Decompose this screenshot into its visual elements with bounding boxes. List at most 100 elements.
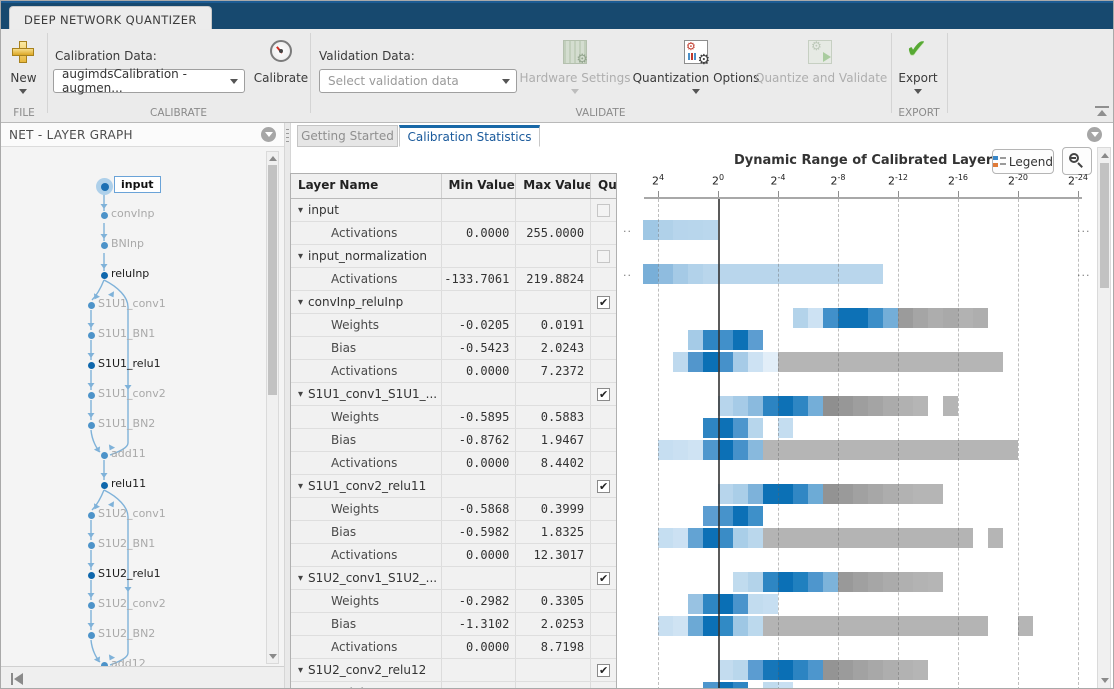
collapse-toolstrip-icon[interactable] — [1095, 106, 1109, 119]
collapse-caret-icon[interactable]: ▾ — [298, 481, 303, 492]
quantize-checkbox[interactable]: ✔ — [597, 479, 611, 493]
table-item-row[interactable]: Activations 0.0000 7.2372 — [291, 360, 616, 383]
collapse-caret-icon[interactable]: ▾ — [298, 205, 303, 216]
layer-graph-vscrollbar[interactable] — [266, 151, 279, 664]
graph-node-label[interactable]: S1U2_BN1 — [98, 537, 155, 550]
export-check-icon[interactable]: ✔ — [906, 36, 927, 61]
table-item-row[interactable]: Weights-0.71490.4828 — [291, 682, 616, 688]
table-group-row[interactable]: ▾ input_normalization — [291, 245, 616, 268]
quantize-checkbox[interactable]: ✔ — [597, 571, 611, 585]
table-item-row[interactable]: Weights -0.2982 0.3305 — [291, 590, 616, 613]
collapse-caret-icon[interactable]: ▾ — [298, 251, 303, 262]
graph-node-dot[interactable] — [87, 421, 95, 429]
table-item-row[interactable]: Activations -133.7061 219.8824 — [291, 268, 616, 291]
graph-node-label[interactable]: S1U2_relu1 — [98, 567, 161, 580]
table-item-row[interactable]: Weights -0.5895 0.5883 — [291, 406, 616, 429]
graph-node-label[interactable]: S1U1_BN2 — [98, 417, 155, 430]
new-button[interactable] — [12, 41, 34, 63]
table-item-row[interactable]: Weights -0.5868 0.3999 — [291, 498, 616, 521]
document-panel-menu-icon[interactable] — [1087, 127, 1102, 142]
table-group-row[interactable]: ▾ S1U1_conv2_relu11 ✔ — [291, 475, 616, 498]
scrollbar-thumb[interactable] — [1100, 163, 1109, 288]
layer-graph-canvas[interactable]: input convInp BNInp reluInp S1U1_conv1 S1U1_B… — [1, 147, 284, 666]
min-value-cell — [442, 475, 517, 497]
graph-node-label[interactable]: reluInp — [111, 267, 149, 280]
table-group-row[interactable]: ▾ S1U2_conv1_S1U2_... ✔ — [291, 567, 616, 590]
collapse-caret-icon[interactable]: ▾ — [298, 573, 303, 584]
quantize-checkbox[interactable]: ✔ — [597, 663, 611, 677]
scroll-up-icon[interactable] — [269, 156, 277, 161]
layer-name-cell: Bias — [291, 521, 442, 543]
scroll-up-icon[interactable] — [1101, 153, 1109, 158]
graph-node-label[interactable]: relu11 — [111, 477, 146, 490]
scroll-down-icon[interactable] — [1101, 678, 1109, 683]
header-min-value[interactable]: Min Value — [442, 174, 517, 198]
table-item-row[interactable]: Activations 0.0000 255.0000 — [291, 222, 616, 245]
graph-node-label[interactable]: S1U2_conv1 — [98, 507, 166, 520]
graph-node-dot[interactable] — [87, 541, 95, 549]
graph-node-label[interactable]: S1U1_conv2 — [98, 387, 166, 400]
graph-node-dot[interactable] — [100, 271, 108, 279]
chart-vscrollbar[interactable] — [1097, 147, 1111, 688]
deep-network-quantizer-app: DEEP NETWORK QUANTIZER New Calibration D… — [0, 0, 1114, 689]
validation-data-label: Validation Data: — [319, 49, 415, 63]
graph-node-label[interactable]: input — [114, 176, 161, 193]
table-item-row[interactable]: Bias -1.3102 2.0253 — [291, 613, 616, 636]
header-layer-name[interactable]: Layer Name — [291, 174, 442, 198]
new-dropdown-arrow-icon[interactable] — [19, 89, 27, 94]
graph-node-dot[interactable] — [100, 182, 109, 191]
graph-node-label[interactable]: convInp — [111, 207, 154, 220]
graph-node-dot[interactable] — [87, 391, 95, 399]
graph-node-dot[interactable] — [87, 511, 95, 519]
graph-node-label[interactable]: add11 — [111, 447, 146, 460]
graph-node-dot[interactable] — [100, 481, 108, 489]
graph-node-dot[interactable] — [87, 301, 95, 309]
graph-node-label[interactable]: BNInp — [111, 237, 144, 250]
export-dropdown-arrow-icon[interactable] — [914, 89, 922, 94]
table-group-row[interactable]: ▾ S1U1_conv1_S1U1_... ✔ — [291, 383, 616, 406]
table-group-row[interactable]: ▾ convInp_reluInp ✔ — [291, 291, 616, 314]
graph-node-dot[interactable] — [100, 451, 108, 459]
table-item-row[interactable]: Activations 0.0000 8.4402 — [291, 452, 616, 475]
panel-menu-icon[interactable] — [261, 127, 276, 142]
table-item-row[interactable]: Bias -0.5982 1.8325 — [291, 521, 616, 544]
table-item-row[interactable]: Weights -0.0205 0.0191 — [291, 314, 616, 337]
quantize-checkbox[interactable]: ✔ — [597, 295, 611, 309]
collapse-panel-icon[interactable] — [11, 672, 24, 685]
table-group-row[interactable]: ▾ input — [291, 199, 616, 222]
tab-calibration-statistics[interactable]: Calibration Statistics — [399, 125, 540, 147]
graph-node-label[interactable]: S1U1_relu1 — [98, 357, 161, 370]
table-item-row[interactable]: Activations 0.0000 12.3017 — [291, 544, 616, 567]
dynamic-range-chart[interactable]: .......... 24 20 2-4 2-8 2-12 2-16 2-20 2-24 — [617, 147, 1095, 688]
graph-node-label[interactable]: S1U1_conv1 — [98, 297, 166, 310]
graph-node-label[interactable]: S1U1_BN1 — [98, 327, 155, 340]
collapse-caret-icon[interactable]: ▾ — [298, 297, 303, 308]
table-item-row[interactable]: Bias -0.8762 1.9467 — [291, 429, 616, 452]
graph-node-label[interactable]: add12 — [111, 657, 146, 666]
collapse-caret-icon[interactable]: ▾ — [298, 389, 303, 400]
quantization-options-button[interactable]: ⚙ ⚙ — [684, 40, 710, 68]
table-group-row[interactable]: ▾ S1U2_conv2_relu12 ✔ — [291, 659, 616, 682]
graph-node-dot[interactable] — [87, 601, 95, 609]
graph-node-dot[interactable] — [100, 211, 108, 219]
table-item-row[interactable]: Bias -0.5423 2.0243 — [291, 337, 616, 360]
graph-node-label[interactable]: S1U2_BN2 — [98, 627, 155, 640]
table-item-row[interactable]: Activations 0.0000 8.7198 — [291, 636, 616, 659]
quantization-options-dropdown-arrow-icon[interactable] — [692, 89, 700, 94]
graph-node-dot[interactable] — [87, 631, 95, 639]
quantize-checkbox[interactable]: ✔ — [597, 387, 611, 401]
graph-node-label[interactable]: S1U2_conv2 — [98, 597, 166, 610]
graph-node-dot[interactable] — [87, 571, 95, 579]
scrollbar-thumb[interactable] — [268, 165, 277, 395]
tab-getting-started[interactable]: Getting Started — [297, 125, 398, 147]
validation-data-combo[interactable]: Select validation data — [319, 69, 517, 93]
graph-node-dot[interactable] — [87, 361, 95, 369]
graph-node-dot[interactable] — [87, 331, 95, 339]
calibration-data-combo[interactable]: augimdsCalibration - augmen... — [53, 67, 245, 95]
graph-node-dot[interactable] — [100, 241, 108, 249]
calibrate-button[interactable] — [270, 40, 292, 62]
collapse-caret-icon[interactable]: ▾ — [298, 665, 303, 676]
header-max-value[interactable]: Max Value — [516, 174, 592, 198]
scroll-down-icon[interactable] — [269, 654, 277, 659]
header-quantize[interactable]: Qua — [591, 174, 616, 198]
